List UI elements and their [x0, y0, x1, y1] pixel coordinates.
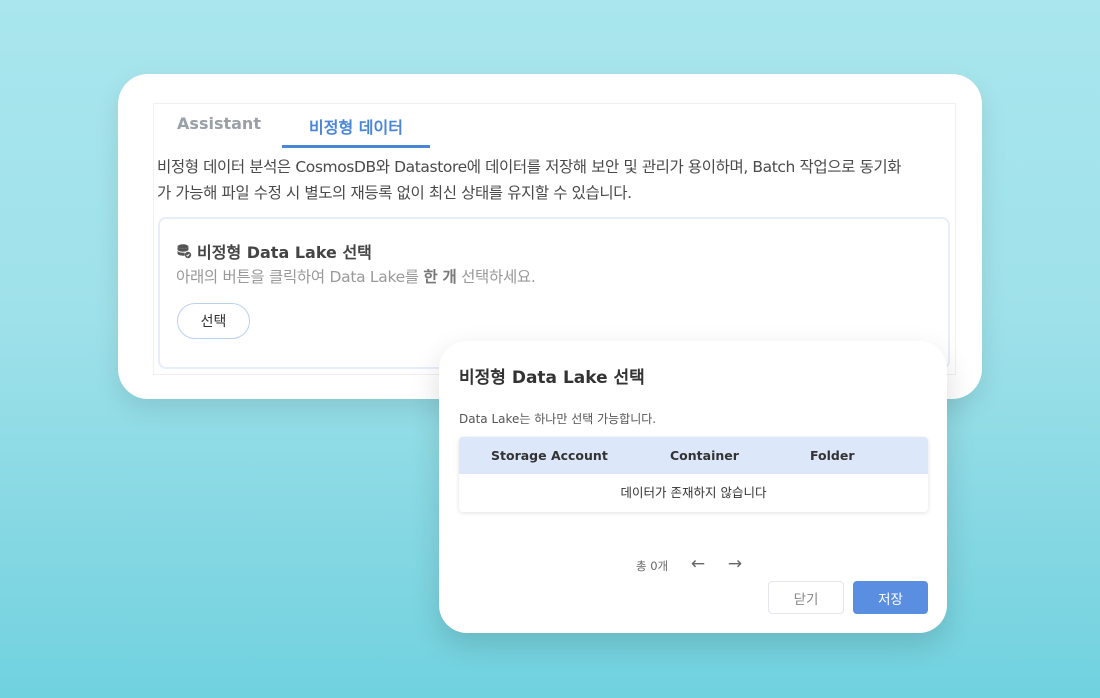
description-line-1: 비정형 데이터 분석은 CosmosDB와 Datastore에 데이터를 저장… — [157, 158, 902, 176]
modal-note: Data Lake는 하나만 선택 가능합니다. — [459, 412, 657, 426]
data-lake-table: Storage Account Container Folder 데이터가 존재… — [459, 437, 928, 512]
arrow-right-icon[interactable]: → — [724, 553, 746, 575]
database-icon — [176, 243, 192, 259]
column-container: Container — [670, 448, 739, 463]
data-lake-select-modal: 비정형 Data Lake 선택 Data Lake는 하나만 선택 가능합니다… — [439, 341, 947, 633]
table-header: Storage Account Container Folder — [459, 437, 928, 474]
subtitle-pre: 아래의 버튼을 클릭하여 Data Lake를 — [176, 268, 424, 286]
data-lake-subtitle: 아래의 버튼을 클릭하여 Data Lake를 한 개 선택하세요. — [176, 265, 536, 287]
column-storage-account: Storage Account — [491, 448, 608, 463]
data-lake-title-text: 비정형 Data Lake 선택 — [197, 243, 372, 262]
panel-content: Assistant 비정형 데이터 비정형 데이터 분석은 CosmosDB와 … — [153, 103, 956, 375]
tab-assistant[interactable]: Assistant — [177, 114, 261, 148]
close-button[interactable]: 닫기 — [768, 581, 844, 614]
tab-unstructured-data[interactable]: 비정형 데이터 — [282, 114, 430, 148]
pagination: 총 0개 ← → — [439, 553, 947, 577]
column-folder: Folder — [810, 448, 855, 463]
description-line-2: 가 가능해 파일 수정 시 별도의 재등록 없이 최신 상태를 유지할 수 있습… — [157, 184, 632, 202]
subtitle-bold: 한 개 — [423, 268, 457, 286]
subtitle-post: 선택하세요. — [456, 268, 536, 286]
save-button[interactable]: 저장 — [853, 581, 928, 614]
empty-message: 데이터가 존재하지 않습니다 — [620, 485, 767, 500]
select-button[interactable]: 선택 — [177, 303, 250, 339]
modal-title: 비정형 Data Lake 선택 — [459, 368, 645, 388]
tab-bar: Assistant 비정형 데이터 — [154, 104, 955, 148]
data-lake-title: 비정형 Data Lake 선택 — [176, 239, 372, 263]
total-count: 총 0개 — [636, 559, 669, 573]
description-text: 비정형 데이터 분석은 CosmosDB와 Datastore에 데이터를 저장… — [157, 154, 952, 206]
arrow-left-icon[interactable]: ← — [687, 553, 709, 575]
